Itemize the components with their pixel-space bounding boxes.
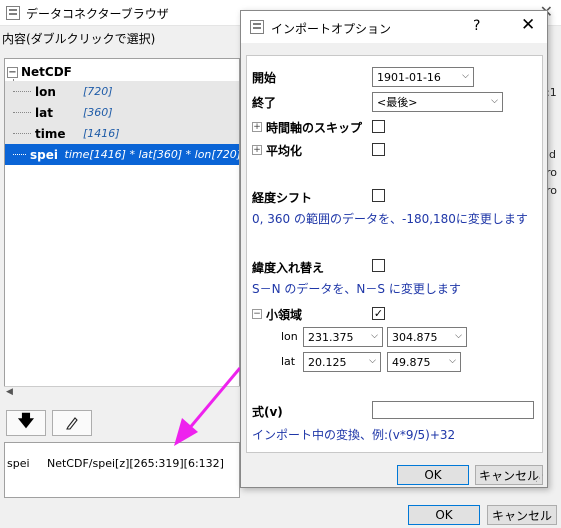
lat-to-value: 49.875: [392, 355, 431, 369]
tree-connector: [13, 91, 31, 92]
tree-item-dims: [1416]: [83, 127, 120, 140]
dialog-cancel-button[interactable]: キャンセル: [475, 465, 543, 485]
start-combo[interactable]: 1901-01-16 ⌵: [372, 67, 474, 87]
lon-to-value: 304.875: [392, 330, 438, 344]
tree-connector: [13, 112, 31, 113]
collapse-icon[interactable]: −: [252, 309, 262, 319]
lon-label: lon: [281, 330, 298, 343]
tree-root-label: NetCDF: [21, 65, 72, 79]
formula-label: 式(v): [252, 405, 283, 419]
lat-flip-note: S－N のデータを、N－S に変更します: [252, 282, 461, 296]
import-options-dialog[interactable]: インポートオプション ? ✕ 開始 1901-01-16 ⌵ 終了 <最後> ⌵…: [240, 10, 548, 488]
window-title: データコネクターブラウザ: [26, 7, 169, 21]
dialog-ok-button[interactable]: OK: [397, 465, 469, 485]
chevron-down-icon: ⌵: [455, 331, 462, 341]
selection-list[interactable]: spei NetCDF/spei[z][265:319][6:132]: [4, 442, 240, 498]
tree-item-name: lon: [35, 84, 56, 99]
add-selection-button[interactable]: 🡇: [6, 410, 46, 436]
down-arrow-icon: 🡇: [17, 410, 35, 430]
formula-input[interactable]: [372, 401, 534, 419]
end-label: 終了: [252, 96, 277, 110]
lat-from-combo[interactable]: 20.125 ⌵: [303, 352, 381, 372]
start-value: 1901-01-16: [377, 70, 441, 84]
annotation-arrow: [174, 367, 242, 446]
tree-item-lon[interactable]: lon [720]: [5, 81, 239, 102]
tree-view[interactable]: − NetCDF lon [720] lat [360] time [1416]…: [4, 58, 240, 400]
selection-row[interactable]: spei NetCDF/spei[z][265:319][6:132]: [7, 457, 224, 470]
tree-connector: [13, 133, 31, 134]
lon-shift-label: 経度シフト: [252, 191, 313, 205]
lat-flip-label: 緯度入れ替え: [252, 261, 325, 275]
options-panel: 開始 1901-01-16 ⌵ 終了 <最後> ⌵ + 時間軸のスキップ + 平…: [246, 55, 543, 453]
chevron-down-icon: ⌵: [462, 71, 469, 81]
edit-button[interactable]: [52, 410, 92, 436]
collapse-icon[interactable]: −: [7, 66, 18, 78]
chevron-down-icon: ⌵: [371, 331, 378, 341]
start-label: 開始: [252, 71, 277, 85]
dialog-title: インポートオプション: [271, 22, 392, 36]
lon-shift-note: 0, 360 の範囲のデータを、-180,180に変更します: [252, 212, 528, 226]
lat-to-combo[interactable]: 49.875 ⌵: [387, 352, 461, 372]
selection-path: NetCDF/spei[z][265:319][6:132]: [47, 457, 224, 470]
pencil-icon: [66, 417, 78, 430]
average-checkbox[interactable]: [372, 143, 385, 156]
tree-item-dims: time[1416] * lat[360] * lon[720]: [64, 148, 240, 161]
end-combo[interactable]: <最後> ⌵: [372, 92, 503, 112]
lat-from-value: 20.125: [308, 355, 347, 369]
chevron-down-icon: ⌵: [491, 96, 498, 106]
formula-note: インポート中の変換、例:(v*9/5)+32: [252, 428, 456, 442]
dialog-close-button[interactable]: ✕: [521, 15, 535, 35]
ok-button[interactable]: OK: [408, 505, 480, 525]
expand-icon[interactable]: +: [252, 145, 262, 155]
tree-connector: [13, 154, 26, 155]
tree-item-time[interactable]: time [1416]: [5, 123, 239, 144]
chevron-down-icon: ⌵: [369, 356, 376, 366]
tree-item-name: lat: [35, 105, 53, 120]
resize-grip-icon[interactable]: ⋰: [535, 475, 545, 485]
dialog-titlebar: インポートオプション ? ✕: [241, 11, 547, 43]
tree-item-name: time: [35, 126, 66, 141]
tree-item-dims: [720]: [83, 85, 113, 98]
skip-checkbox[interactable]: [372, 120, 385, 133]
chevron-down-icon: ⌵: [449, 356, 456, 366]
average-label: 平均化: [266, 144, 303, 158]
tree-item-lat[interactable]: lat [360]: [5, 102, 239, 123]
skip-label: 時間軸のスキップ: [266, 121, 363, 135]
tree-root-netcdf[interactable]: − NetCDF: [7, 63, 72, 81]
lon-shift-checkbox[interactable]: [372, 189, 385, 202]
tree-item-name: spei: [29, 147, 58, 162]
app-icon: [6, 6, 20, 20]
selection-var: spei: [7, 457, 30, 470]
tree-item-dims: [360]: [83, 106, 113, 119]
end-value: <最後>: [377, 96, 418, 109]
content-label: 内容(ダブルクリックで選択): [2, 32, 156, 46]
dialog-icon: [250, 20, 264, 34]
lat-flip-checkbox[interactable]: [372, 259, 385, 272]
lon-from-combo[interactable]: 231.375 ⌵: [303, 327, 383, 347]
subregion-label: 小領域: [266, 308, 303, 322]
expand-icon[interactable]: +: [252, 122, 262, 132]
lon-to-combo[interactable]: 304.875 ⌵: [387, 327, 467, 347]
tree-item-spei[interactable]: spei time[1416] * lat[360] * lon[720]: [5, 144, 240, 165]
lat-label: lat: [281, 355, 296, 368]
subregion-checkbox[interactable]: ✓: [372, 307, 385, 320]
scroll-left-icon[interactable]: ◀: [6, 387, 13, 397]
help-button[interactable]: ?: [473, 18, 480, 34]
lon-from-value: 231.375: [308, 330, 354, 344]
cancel-button[interactable]: キャンセル: [487, 505, 557, 525]
